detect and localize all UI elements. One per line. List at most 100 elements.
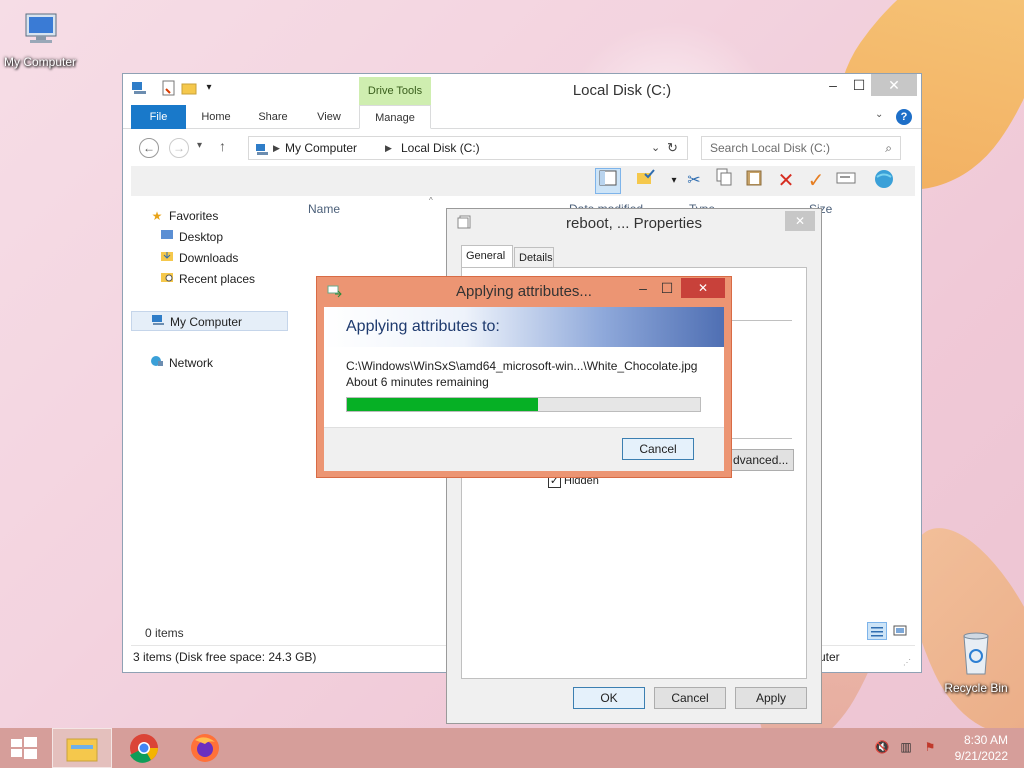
nav-label: Recent places: [179, 272, 256, 286]
time-remaining: About 6 minutes remaining: [346, 375, 489, 389]
breadcrumb-chevron-icon: ▶: [385, 143, 392, 153]
globe-icon[interactable]: [871, 168, 897, 194]
tab-general[interactable]: General: [461, 245, 513, 269]
tab-home[interactable]: Home: [193, 105, 239, 129]
applying-footer: Cancel: [324, 427, 724, 471]
desktop-icon-my-computer[interactable]: My Computer: [0, 10, 80, 69]
status-text-right: uter: [819, 650, 840, 664]
nav-label: Favorites: [169, 209, 219, 223]
preview-pane-icon[interactable]: [595, 168, 621, 194]
network-icon: [149, 353, 165, 373]
clock[interactable]: 8:30 AM 9/21/2022: [955, 732, 1008, 764]
nav-downloads[interactable]: Downloads: [159, 248, 316, 268]
tab-details[interactable]: Details: [514, 247, 554, 269]
progress-fill: [347, 398, 538, 411]
nav-label: My Computer: [170, 315, 243, 329]
nav-recent-places[interactable]: Recent places: [159, 269, 316, 289]
paste-icon[interactable]: [741, 168, 767, 194]
search-input[interactable]: Search Local Disk (C:) ⌕: [701, 136, 901, 160]
divider: [732, 438, 792, 439]
address-bar[interactable]: ▶ My Computer ▶ Local Disk (C:) ⌄ ↻: [248, 136, 688, 160]
minimize-button[interactable]: –: [631, 279, 655, 297]
advanced-button[interactable]: dvanced...: [730, 449, 794, 471]
details-view-icon[interactable]: [867, 622, 887, 640]
search-icon: ⌕: [885, 141, 892, 155]
properties-title: reboot, ... Properties: [566, 215, 702, 232]
progress-bar: [346, 397, 701, 412]
volume-muted-icon[interactable]: 🔇: [874, 740, 890, 756]
tab-view[interactable]: View: [307, 105, 351, 129]
divider: [732, 320, 792, 321]
close-button[interactable]: ✕: [785, 211, 815, 231]
checklist-folder-icon[interactable]: [633, 168, 659, 194]
firefox-icon: [191, 734, 219, 762]
downloads-folder-icon: [159, 248, 175, 268]
help-icon[interactable]: ?: [896, 109, 912, 125]
recycle-bin-icon: [963, 632, 989, 675]
nav-desktop[interactable]: Desktop: [159, 227, 316, 247]
column-header-name[interactable]: Name: [308, 202, 340, 216]
large-icons-view-icon[interactable]: [891, 622, 911, 640]
minimize-button[interactable]: –: [819, 74, 847, 96]
clock-date: 9/21/2022: [954, 749, 1008, 763]
desktop-icon-label: My Computer: [3, 55, 77, 69]
items-count: 0 items: [145, 626, 184, 640]
resize-grip-icon[interactable]: ⋰: [903, 652, 911, 674]
sort-indicator-icon: ^: [429, 196, 433, 205]
cancel-button[interactable]: Cancel: [654, 687, 726, 709]
nav-my-computer[interactable]: My Computer: [131, 311, 288, 331]
taskbar-file-explorer[interactable]: [52, 728, 112, 768]
forward-button[interactable]: →: [169, 138, 189, 158]
search-placeholder: Search Local Disk (C:): [710, 141, 831, 155]
up-button[interactable]: ↑: [219, 138, 226, 154]
desktop-icon-label: Recycle Bin: [944, 681, 1008, 695]
copy-icon[interactable]: [711, 168, 737, 194]
taskbar-firefox[interactable]: [175, 728, 235, 768]
confirm-icon[interactable]: ✓: [803, 168, 829, 194]
rename-icon[interactable]: [833, 168, 859, 194]
maximize-button[interactable]: ☐: [845, 74, 873, 96]
applying-attributes-dialog: Applying attributes... – ☐ ✕ Applying at…: [316, 276, 732, 478]
action-center-icon[interactable]: ⚑: [922, 740, 938, 756]
nav-label: Network: [169, 356, 214, 370]
chrome-icon: [130, 734, 158, 763]
address-dropdown-icon[interactable]: ⌄: [651, 137, 660, 159]
apply-button[interactable]: Apply: [735, 687, 807, 709]
back-button[interactable]: ←: [139, 138, 159, 158]
address-row: ← → ▾ ↑ ▶ My Computer ▶ Local Disk (C:) …: [123, 130, 921, 166]
recent-locations-icon[interactable]: ▾: [197, 140, 202, 151]
windows-logo-icon: [11, 737, 37, 759]
tab-manage[interactable]: Manage: [359, 105, 431, 129]
cut-icon[interactable]: ✂: [681, 168, 707, 194]
cancel-button[interactable]: Cancel: [622, 438, 694, 460]
maximize-button[interactable]: ☐: [655, 279, 679, 297]
desktop-folder-icon: [159, 227, 175, 247]
breadcrumb-local-disk[interactable]: Local Disk (C:): [401, 137, 480, 159]
star-icon: ★: [151, 209, 163, 223]
tab-file[interactable]: File: [131, 105, 186, 129]
nav-network[interactable]: Network: [149, 353, 306, 373]
delete-icon[interactable]: ✕: [773, 168, 799, 194]
computer-small-icon: [255, 141, 269, 163]
window-title: Local Disk (C:): [572, 82, 672, 99]
start-button[interactable]: [0, 728, 48, 768]
close-button[interactable]: ✕: [681, 278, 725, 298]
tab-share[interactable]: Share: [251, 105, 295, 129]
desktop-icon-recycle-bin[interactable]: Recycle Bin: [936, 630, 1016, 695]
close-button[interactable]: ✕: [871, 74, 917, 96]
taskbar-chrome[interactable]: [114, 728, 174, 768]
status-text: 3 items (Disk free space: 24.3 GB): [133, 650, 317, 664]
navigation-pane: ★ Favorites Desktop Downloads Recent plac…: [131, 196, 291, 626]
recent-places-icon: [159, 269, 175, 289]
explorer-titlebar[interactable]: ▾ Drive Tools Local Disk (C:) – ☐ ✕: [123, 74, 921, 105]
breadcrumb-my-computer[interactable]: My Computer: [285, 137, 357, 159]
refresh-icon[interactable]: ↻: [667, 137, 678, 159]
nav-favorites[interactable]: ★ Favorites: [149, 206, 306, 226]
ribbon-expand-icon[interactable]: ⌄: [875, 109, 883, 120]
file-explorer-icon: [66, 738, 98, 762]
computer-small-icon: [150, 312, 166, 332]
network-tray-icon[interactable]: ▥: [898, 740, 914, 756]
taskbar: 🔇 ▥ ⚑ 8:30 AM 9/21/2022: [0, 728, 1024, 768]
ok-button[interactable]: OK: [573, 687, 645, 709]
clock-time: 8:30 AM: [963, 733, 1008, 747]
